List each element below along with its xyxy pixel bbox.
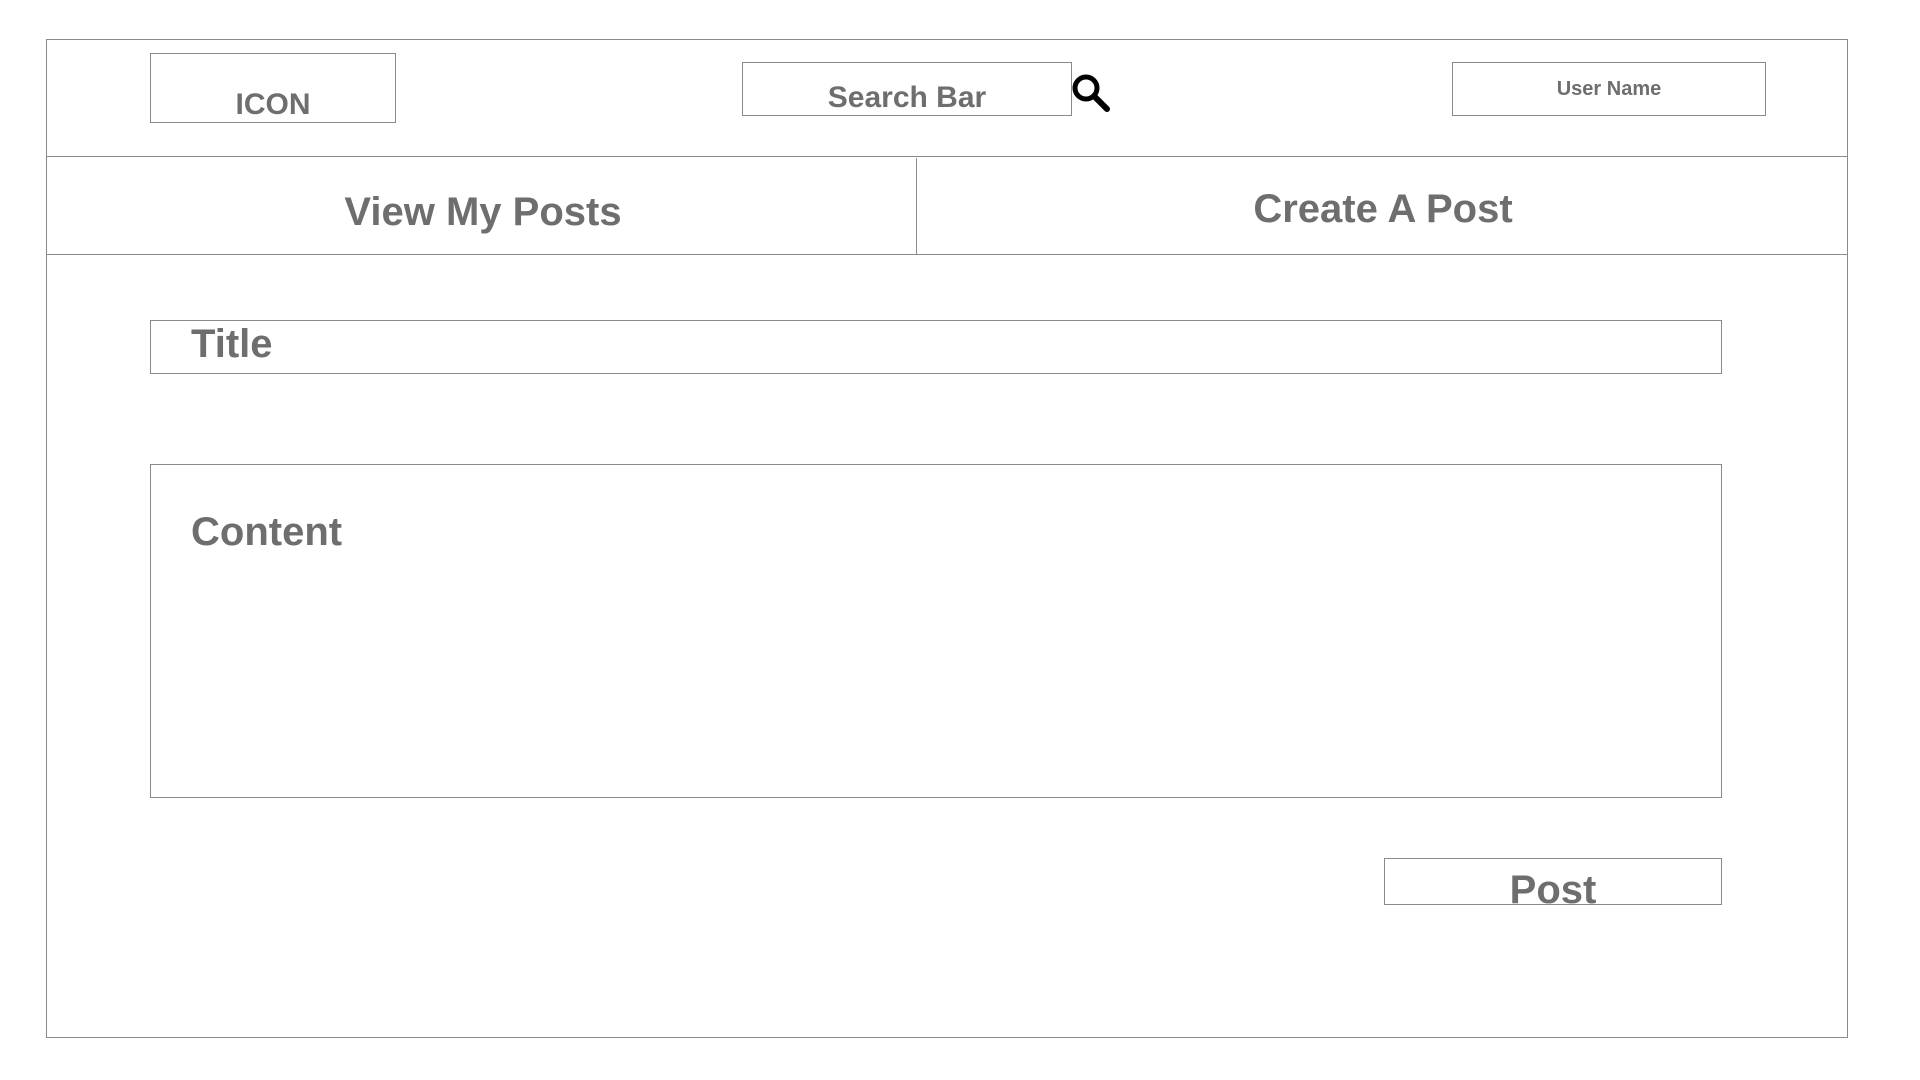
nav-divider — [46, 254, 1848, 255]
content-textarea[interactable]: Content — [150, 464, 1722, 798]
title-input[interactable]: Title — [150, 320, 1722, 374]
tab-view-my-posts-label: View My Posts — [344, 190, 622, 234]
logo-label: ICON — [235, 88, 311, 121]
user-name-button[interactable]: User Name — [1452, 62, 1766, 116]
tab-create-a-post-label: Create A Post — [1253, 187, 1513, 231]
title-placeholder: Title — [191, 322, 273, 366]
tab-create-a-post[interactable]: Create A Post — [918, 187, 1848, 232]
header-divider — [46, 156, 1848, 157]
post-button[interactable]: Post — [1384, 858, 1722, 910]
post-button-label: Post — [1509, 868, 1597, 912]
search-placeholder: Search Bar — [827, 81, 987, 114]
search-icon[interactable] — [1070, 72, 1112, 114]
logo-icon[interactable]: ICON — [150, 53, 396, 123]
search-input[interactable]: Search Bar — [742, 62, 1072, 116]
user-name-label: User Name — [1556, 77, 1662, 100]
content-placeholder: Content — [191, 510, 343, 554]
tab-view-my-posts[interactable]: View My Posts — [48, 190, 918, 235]
tab-divider — [916, 158, 917, 254]
